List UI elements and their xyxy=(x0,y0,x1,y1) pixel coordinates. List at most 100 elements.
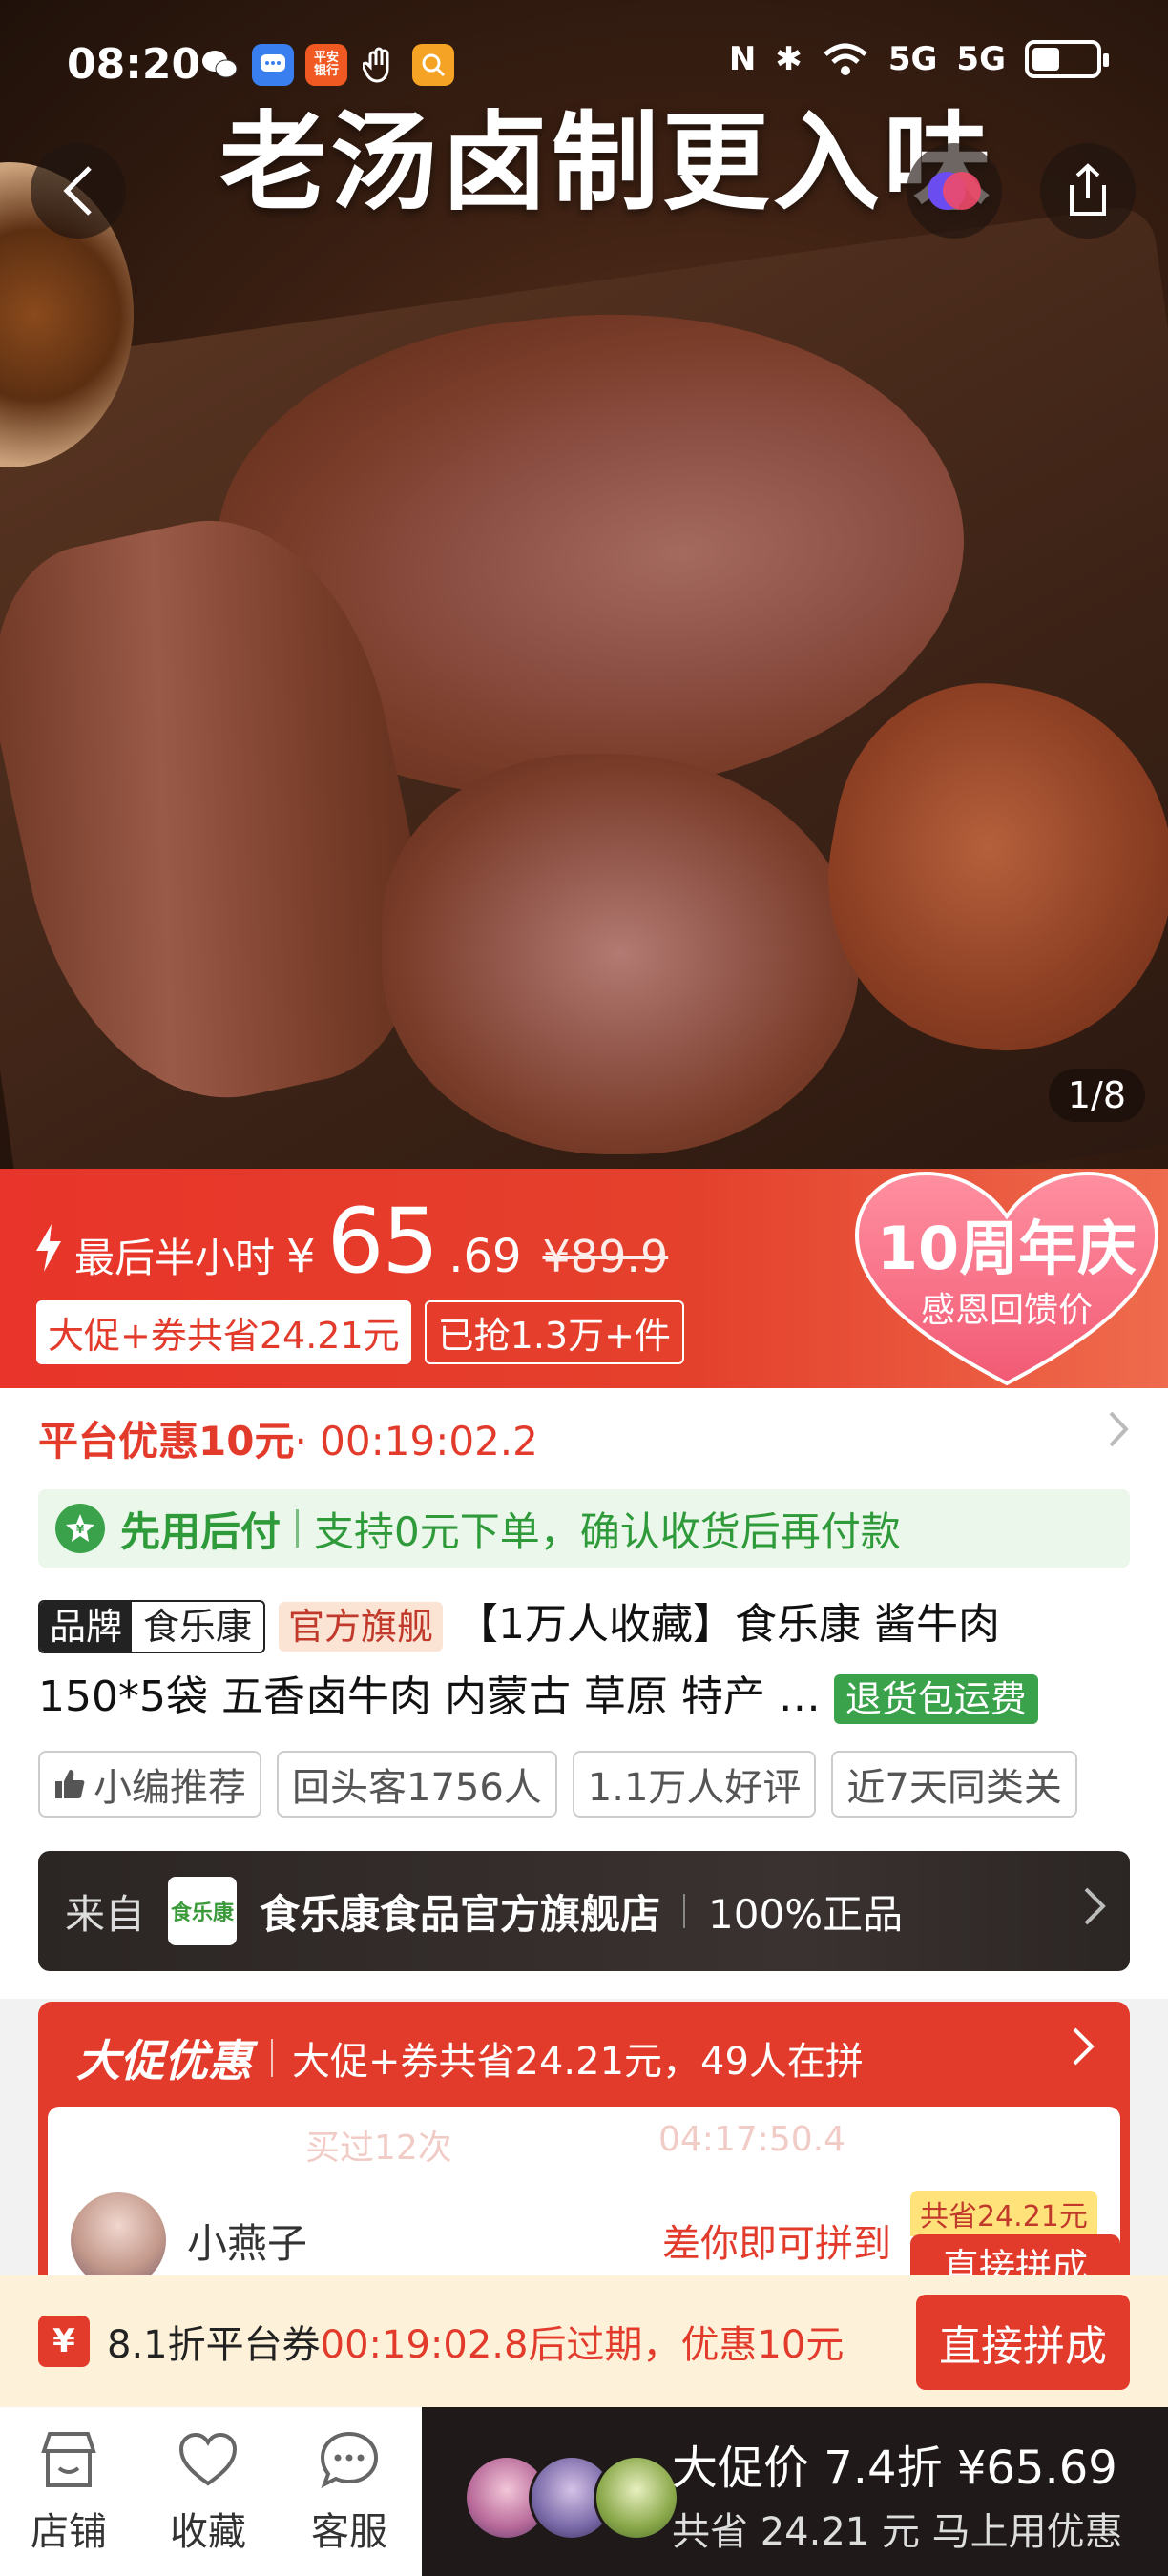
big-promo-summary: 大促+券共省24.21元，49人在拼 xyxy=(292,2040,864,2084)
bluetooth-icon: ✱ xyxy=(775,40,803,78)
discount-countdown: · 00:19:02.2 xyxy=(294,1418,538,1465)
thumbs-up-icon xyxy=(55,1770,85,1798)
sold-count-chip: 已抢1.3万+件 xyxy=(424,1300,684,1364)
big-promo-header[interactable]: 大促优惠 大促+券共省24.21元，49人在拼 xyxy=(76,2026,864,2089)
big-promo-panel: 大促优惠 大促+券共省24.21元，49人在拼 买过12次 04:17:50.4… xyxy=(38,2002,1130,2288)
buy-now-button[interactable]: 大促价 7.4折 ¥65.69 共省 24.21 元 马上用优惠 xyxy=(422,2407,1168,2576)
group-saved-badge: 共省24.21元 xyxy=(910,2191,1097,2236)
tag-label: 小编推荐 xyxy=(94,1766,246,1810)
authentic-label: 100%正品 xyxy=(708,1890,904,1938)
svg-text:¥: ¥ xyxy=(76,1523,85,1536)
saving-chip: 大促+券共省24.21元 xyxy=(36,1300,411,1364)
battery-icon xyxy=(1025,40,1109,78)
group-buy-list: 买过12次 04:17:50.4 小燕子 差你即可拼到 共省24.21元 直接拼… xyxy=(48,2107,1120,2288)
coupon-expiry: 00:19:02.8后过期， xyxy=(320,2323,681,2367)
coupon-icon: ¥ xyxy=(38,2316,90,2367)
status-bar: 08:20 平安 银行 N ✱ 5G 5G xyxy=(0,0,1168,134)
group-need-text: 差你即可拼到 xyxy=(662,2222,891,2266)
avatar xyxy=(71,2192,166,2288)
tag-editor-pick[interactable]: 小编推荐 xyxy=(38,1751,261,1818)
price-decimal: .69 xyxy=(448,1230,522,1283)
anniversary-badge: 10周年庆 感恩回馈价 xyxy=(849,1169,1164,1388)
wifi-icon xyxy=(824,43,867,75)
platform-discount-label: 平台优惠10元 xyxy=(38,1418,295,1465)
pay-later-desc: 支持0元下单，确认收货后再付款 xyxy=(314,1507,901,1555)
ai-assistant-button[interactable] xyxy=(907,143,1002,239)
big-promo-logo: 大促优惠 xyxy=(76,2035,252,2087)
coupon-strip: ¥ 8.1折平台券00:19:02.8后过期，优惠10元 直接拼成 xyxy=(0,2275,1168,2407)
group-bought-times: 买过12次 xyxy=(305,2129,452,2168)
heart-icon xyxy=(177,2426,239,2493)
chat-icon xyxy=(319,2426,380,2493)
tag-ranking[interactable]: 近7天同类关 xyxy=(831,1751,1077,1818)
cta-saving: 共省 24.21 元 马上用优惠 xyxy=(672,2510,1123,2554)
official-store-chip: 官方旗舰 xyxy=(279,1602,444,1652)
favorite-button[interactable]: 收藏 xyxy=(141,2426,275,2556)
store-icon xyxy=(38,2426,99,2493)
lightning-icon xyxy=(34,1224,63,1284)
divider xyxy=(271,2039,273,2077)
coupon-text: 8.1折平台券00:19:02.8后过期，优惠10元 xyxy=(107,2314,844,2369)
free-return-badge: 退货包运费 xyxy=(833,1674,1038,1724)
product-title-block: 品牌 食乐康 官方旗舰 【1万人收藏】食乐康 酱牛肉 150*5袋 五香卤牛肉 内… xyxy=(38,1589,1136,1734)
customer-service-label: 客服 xyxy=(311,2510,387,2554)
favorite-label: 收藏 xyxy=(170,2510,246,2554)
chevron-right-icon xyxy=(1082,1882,1107,1940)
clock: 08:20 xyxy=(67,40,201,89)
tag-label: 回头客1756人 xyxy=(292,1766,542,1810)
divider xyxy=(683,1894,686,1928)
pay-later-banner[interactable]: ¥ 先用后付 支持0元下单，确认收货后再付款 xyxy=(38,1489,1130,1568)
share-icon xyxy=(1070,163,1106,216)
store-entry-bar[interactable]: 来自 食乐康 食乐康食品官方旗舰店 100%正品 xyxy=(38,1851,1130,1971)
anniversary-subtitle: 感恩回馈价 xyxy=(921,1291,1093,1330)
price-row: 最后半小时 ¥65.69 ¥89.9 xyxy=(34,1190,668,1294)
brand-key: 品牌 xyxy=(40,1602,133,1652)
currency-symbol: ¥ xyxy=(286,1230,316,1283)
hand-icon xyxy=(359,44,401,86)
brand-chip[interactable]: 品牌 食乐康 xyxy=(38,1600,266,1653)
avatar xyxy=(594,2455,679,2541)
tag-label: 近7天同类关 xyxy=(846,1766,1062,1810)
store-logo: 食乐康 xyxy=(168,1877,238,1945)
tag-repeat-buyers[interactable]: 回头客1756人 xyxy=(277,1751,557,1818)
coupon-value: 优惠10元 xyxy=(680,2323,845,2367)
divider xyxy=(296,1509,300,1548)
original-price: ¥89.9 xyxy=(542,1231,669,1282)
wechat-icon xyxy=(198,44,240,86)
back-button[interactable] xyxy=(31,143,126,239)
store-name: 食乐康食品官方旗舰店 xyxy=(260,1890,661,1938)
brand-value: 食乐康 xyxy=(143,1606,253,1648)
share-button[interactable] xyxy=(1040,143,1136,239)
coupon-name: 8.1折平台券 xyxy=(107,2323,321,2367)
bottom-action-bar: 店铺 收藏 客服 大促价 7.4折 ¥65.69 共省 24.21 元 马上用优… xyxy=(0,2407,1168,2576)
bank-icon: 平安 银行 xyxy=(305,44,347,86)
price-integer: 65 xyxy=(326,1190,440,1294)
price-chips: 大促+券共省24.21元 已抢1.3万+件 xyxy=(36,1300,684,1364)
chevron-right-icon[interactable] xyxy=(1107,1407,1130,1461)
anniversary-title: 10周年庆 xyxy=(877,1214,1137,1283)
pay-later-icon: ¥ xyxy=(55,1504,105,1553)
group-buy-row: 小燕子 差你即可拼到 共省24.21元 直接拼成 xyxy=(71,2191,1120,2288)
store-nav-label: 店铺 xyxy=(31,2510,107,2554)
flash-sale-label: 最后半小时 xyxy=(74,1235,276,1281)
notification-icons: 平安 银行 xyxy=(198,44,454,86)
tag-label: 1.1万人好评 xyxy=(587,1766,802,1810)
store-nav-button[interactable]: 店铺 xyxy=(2,2426,136,2556)
chevron-left-icon xyxy=(63,166,92,216)
image-pager: 1/8 xyxy=(1048,1069,1145,1122)
signal-5g-icon: 5G xyxy=(956,40,1006,78)
cta-price: 大促价 7.4折 ¥65.69 xyxy=(672,2441,1117,2495)
platform-discount-row[interactable]: 平台优惠10元· 00:19:02.2 xyxy=(38,1409,538,1467)
highlight-tags: 小编推荐 回头客1756人 1.1万人好评 近7天同类关 xyxy=(38,1751,1168,1818)
nfc-icon: N xyxy=(728,40,757,78)
pay-later-title: 先用后付 xyxy=(120,1507,282,1555)
ai-orb-icon xyxy=(928,172,981,210)
tag-reviews[interactable]: 1.1万人好评 xyxy=(572,1751,817,1818)
product-info-card: 平台优惠10元· 00:19:02.2 ¥ 先用后付 支持0元下单，确认收货后再… xyxy=(0,1388,1168,1999)
chevron-right-icon[interactable] xyxy=(1071,2023,1095,2080)
group-user-name: 小燕子 xyxy=(187,2219,308,2267)
message-icon xyxy=(252,44,294,86)
coupon-group-button[interactable]: 直接拼成 xyxy=(916,2295,1130,2390)
buyer-avatars xyxy=(464,2455,679,2541)
customer-service-button[interactable]: 客服 xyxy=(282,2426,416,2556)
